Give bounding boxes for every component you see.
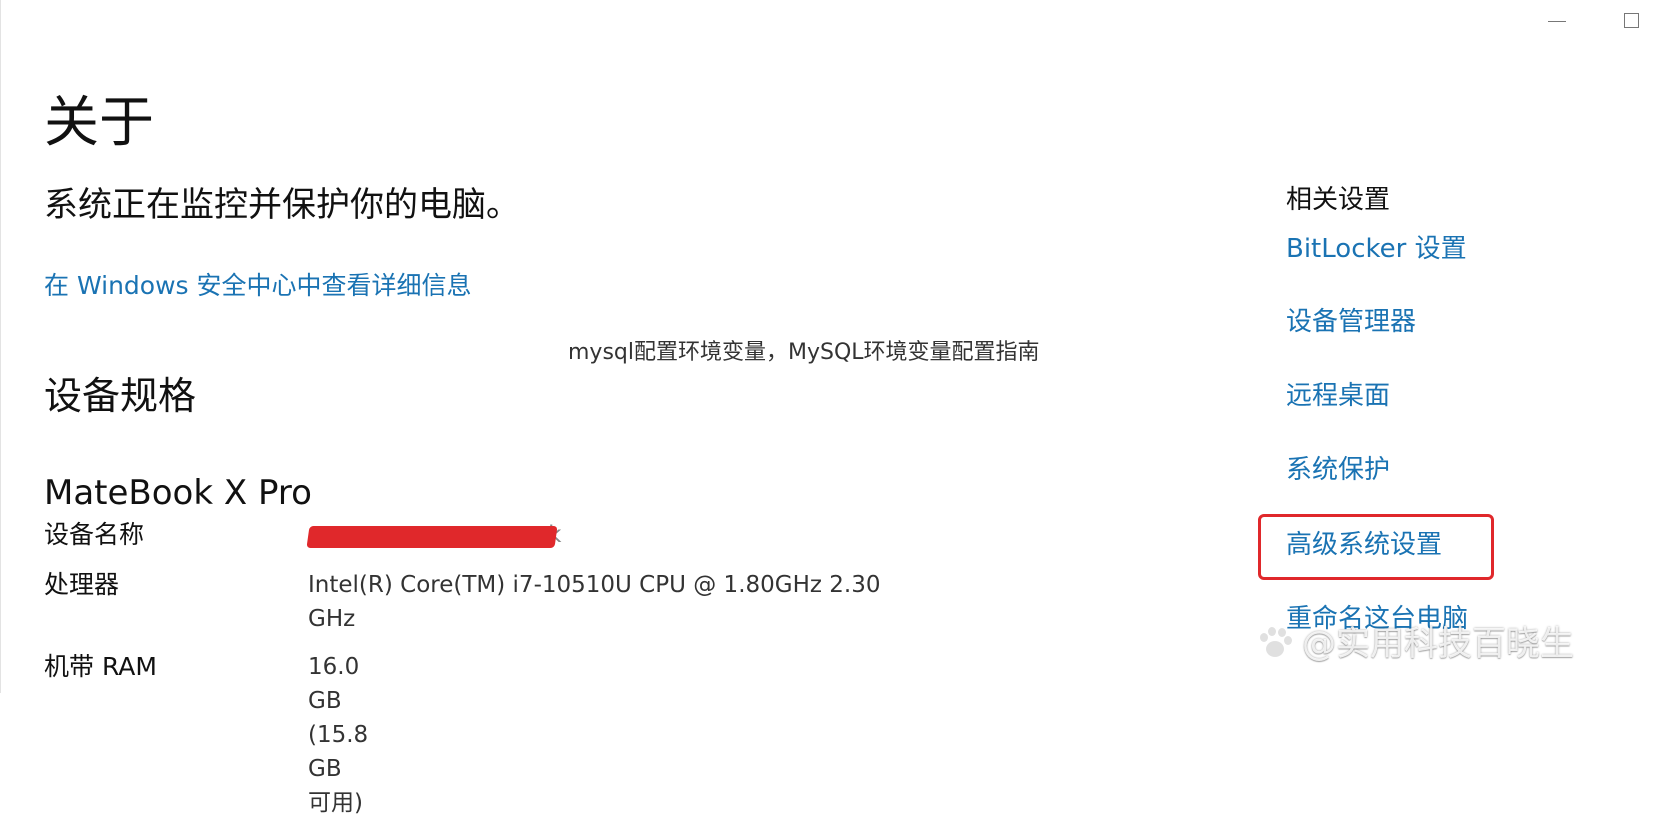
article-title-overlay: mysql配置环境变量，MySQL环境变量配置指南	[568, 340, 1040, 365]
device-specs-heading: 设备规格	[44, 374, 197, 418]
spec-label: 设备名称	[44, 520, 145, 549]
redaction-mark	[306, 526, 558, 548]
minimize-icon	[1548, 20, 1566, 22]
security-status-text: 系统正在监控并保护你的电脑。	[44, 185, 520, 225]
remote-desktop-link[interactable]: 远程桌面	[1286, 379, 1390, 413]
windows-security-link[interactable]: 在 Windows 安全中心中查看详细信息	[44, 270, 472, 302]
source-watermark: @实用科技百晓生	[1256, 622, 1574, 666]
maximize-icon	[1623, 12, 1639, 28]
device-manager-link[interactable]: 设备管理器	[1286, 305, 1416, 339]
minimize-button[interactable]	[1534, 0, 1580, 40]
bitlocker-settings-link[interactable]: BitLocker 设置	[1286, 232, 1467, 266]
related-settings-title: 相关设置	[1286, 185, 1391, 215]
highlight-box	[1258, 514, 1494, 580]
page-title: 关于	[44, 90, 155, 154]
spec-value: Intel(R) Core(TM) i7-10510U CPU @ 1.80GH…	[308, 572, 881, 632]
paw-icon	[1256, 625, 1294, 663]
spec-value: 16.0 GB (15.8 GB 可用)	[308, 654, 369, 816]
spec-label: 处理器	[44, 570, 120, 599]
watermark-text: @实用科技百晓生	[1302, 624, 1574, 664]
spec-label: 机带 RAM	[44, 652, 157, 681]
maximize-button[interactable]	[1608, 0, 1654, 40]
device-model: MateBook X Pro	[44, 473, 312, 513]
system-protection-link[interactable]: 系统保护	[1286, 453, 1390, 487]
